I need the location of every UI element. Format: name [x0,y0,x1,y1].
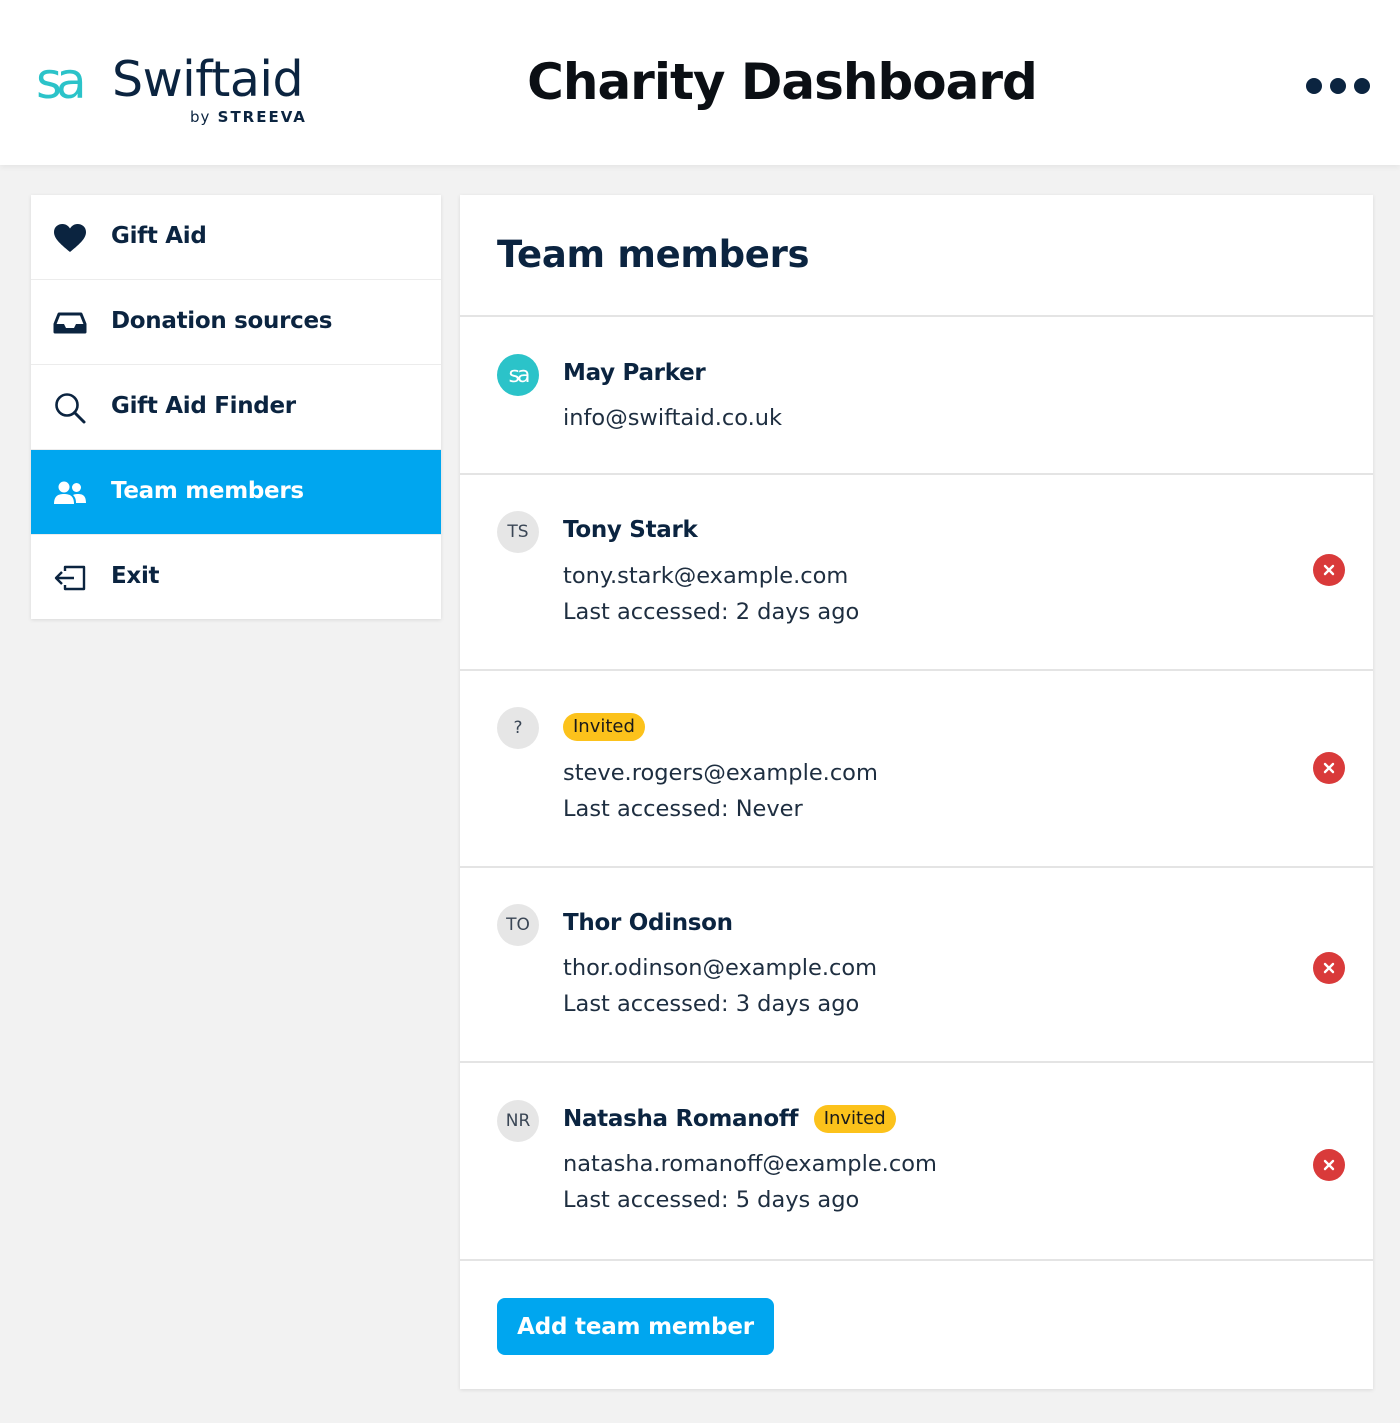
team-member-row: TS Tony Stark tony.stark@example.com Las… [460,475,1373,671]
member-email: info@swiftaid.co.uk [563,405,783,431]
exit-icon [53,561,87,595]
avatar: ? [497,707,539,749]
close-icon [1323,564,1335,576]
invited-badge: Invited [563,713,645,741]
last-accessed: Last accessed: 5 days ago [563,1187,860,1213]
sidebar-item-donation-sources[interactable]: Donation sources [31,280,441,365]
app-header: sa Swiftaid by STREEVA Charity Dashboard [0,0,1400,165]
team-member-row: ? Invited steve.rogers@example.com Last … [460,671,1373,868]
member-email: thor.odinson@example.com [563,955,878,981]
page-title: Charity Dashboard [527,53,1038,111]
more-horizontal-icon-dot [1330,78,1346,94]
remove-member-button[interactable] [1313,752,1345,784]
sidebar-item-label: Team members [111,478,304,504]
member-name-with-badge: Natasha Romanoff Invited [563,1105,896,1133]
sidebar-item-label: Gift Aid [111,223,207,249]
remove-member-button[interactable] [1313,1149,1345,1181]
inbox-tray-icon [53,306,87,340]
member-email: natasha.romanoff@example.com [563,1151,937,1177]
invited-badge: Invited [813,1105,896,1133]
more-menu-button[interactable] [1306,72,1370,100]
more-horizontal-icon-dot [1354,78,1370,94]
member-name: Tony Stark [563,517,698,543]
panel-header: Team members [460,195,1373,317]
add-team-member-button[interactable]: Add team member [497,1298,774,1355]
team-member-row: sa May Parker info@swiftaid.co.uk [460,317,1373,475]
sidebar-item-label: Exit [111,563,160,589]
avatar: sa [497,354,539,396]
avatar: TO [497,904,539,946]
close-icon [1323,762,1335,774]
avatar: TS [497,511,539,553]
users-icon [53,476,87,510]
member-name: May Parker [563,360,706,386]
last-accessed: Last accessed: 2 days ago [563,599,860,625]
member-name: Thor Odinson [563,910,733,936]
sidebar-nav: Gift Aid Donation sources Gift Aid Finde… [31,195,441,619]
sidebar-item-label: Gift Aid Finder [111,393,296,419]
close-icon [1323,1159,1335,1171]
last-accessed: Last accessed: 3 days ago [563,991,860,1017]
close-icon [1323,962,1335,974]
sidebar-item-exit[interactable]: Exit [31,535,441,619]
member-name: Natasha Romanoff [563,1106,799,1132]
team-member-row: TO Thor Odinson thor.odinson@example.com… [460,868,1373,1063]
sidebar-item-gift-aid[interactable]: Gift Aid [31,195,441,280]
remove-member-button[interactable] [1313,554,1345,586]
team-member-row: NR Natasha Romanoff Invited natasha.roma… [460,1063,1373,1261]
more-horizontal-icon-dot [1306,78,1322,94]
panel-footer: Add team member [460,1261,1373,1391]
remove-member-button[interactable] [1313,952,1345,984]
panel-title: Team members [497,233,810,276]
member-email: steve.rogers@example.com [563,760,878,786]
sidebar-item-label: Donation sources [111,308,333,334]
avatar: NR [497,1100,539,1142]
last-accessed: Last accessed: Never [563,796,803,822]
search-icon [53,391,87,425]
team-members-panel: Team members sa May Parker info@swiftaid… [460,195,1373,1389]
sidebar-item-team-members[interactable]: Team members [31,450,441,535]
heart-icon [53,221,87,255]
member-email: tony.stark@example.com [563,563,849,589]
sidebar-item-gift-aid-finder[interactable]: Gift Aid Finder [31,365,441,450]
